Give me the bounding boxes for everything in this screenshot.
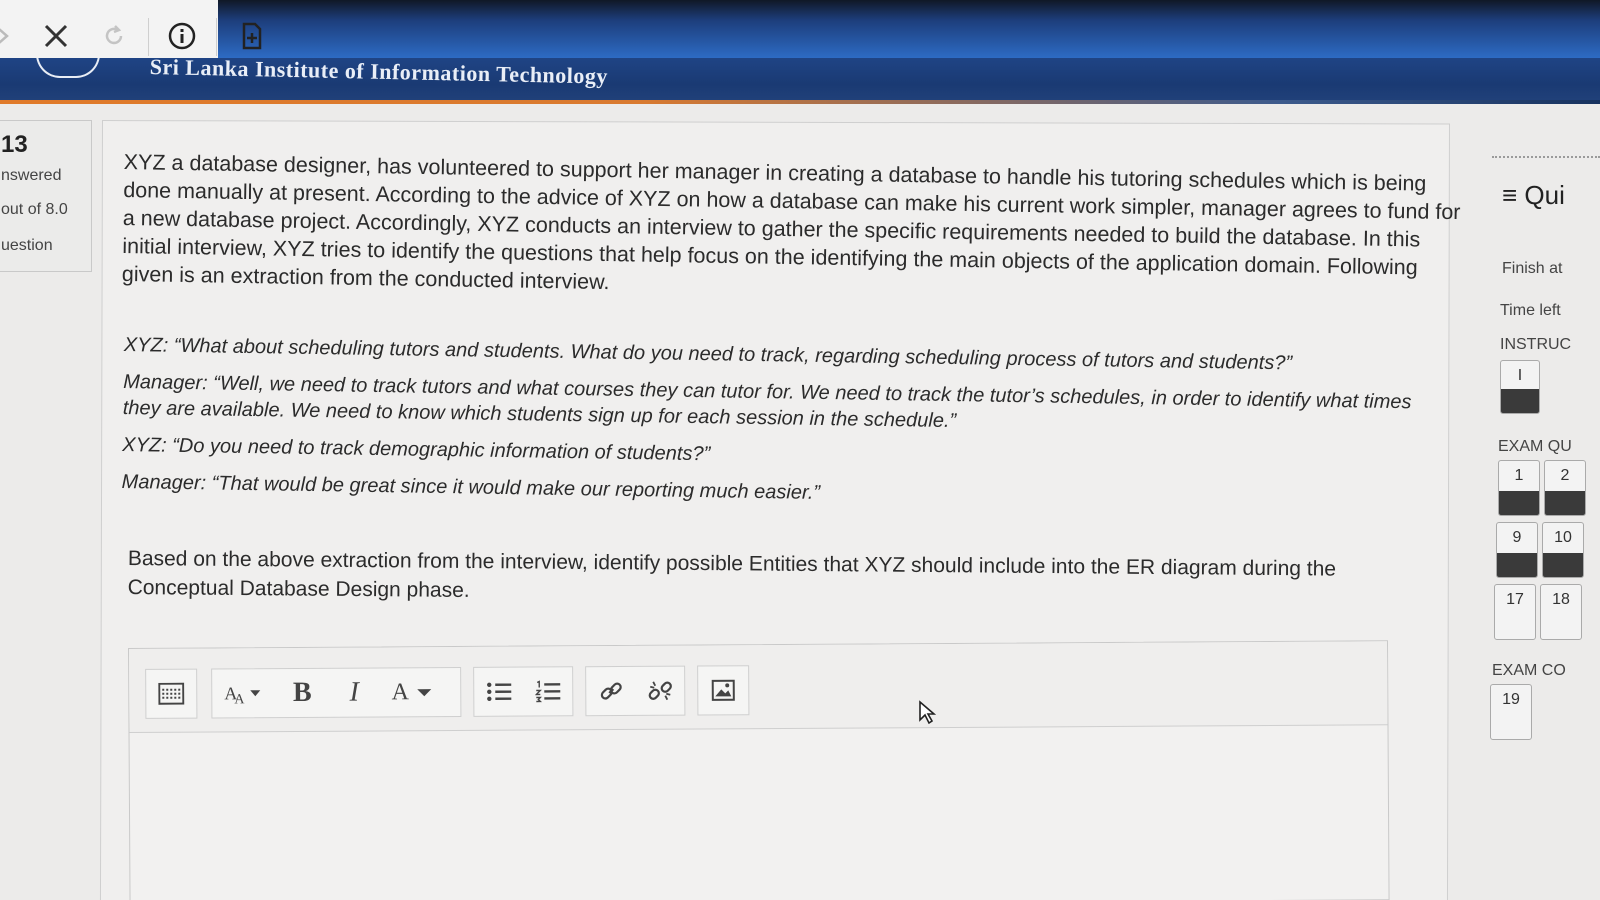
close-icon[interactable] (38, 18, 74, 54)
bold-button[interactable]: B (276, 669, 328, 717)
question-marks: out of 8.0 (1, 201, 68, 218)
font-color-label: A (391, 678, 410, 705)
institute-logo (36, 58, 100, 78)
toolbar-group-media (697, 665, 750, 716)
question-nav-button[interactable]: 9 (1496, 522, 1538, 578)
quiz-nav-title: ≡ Qui (1502, 180, 1565, 210)
question-nav-number: 17 (1506, 591, 1524, 608)
toolbar-divider (148, 18, 149, 56)
question-prompt: Based on the above extraction from the i… (127, 544, 1377, 613)
question-nav-button[interactable]: 2 (1544, 460, 1586, 516)
window-title-band (218, 0, 1600, 58)
question-nav-button[interactable]: 1 (1498, 460, 1540, 516)
button-fill (1499, 491, 1539, 515)
question-number: 13 (1, 131, 28, 158)
question-nav-number: 2 (1560, 467, 1570, 484)
quiz-navigation-panel: ≡ Qui Finish at Time left INSTRUC I EXAM… (1488, 150, 1600, 900)
svg-text:A: A (234, 692, 245, 705)
question-nav-button[interactable]: 17 (1494, 584, 1536, 640)
info-icon[interactable] (164, 18, 200, 54)
question-nav-button[interactable]: 10 (1542, 522, 1584, 578)
bullet-list-icon[interactable] (474, 668, 523, 716)
question-info-panel: 13 nswered out of 8.0 uestion (0, 120, 92, 272)
question-nav-button[interactable]: 18 (1540, 584, 1582, 640)
unlink-icon[interactable] (635, 667, 684, 715)
instructions-button[interactable]: I (1500, 360, 1540, 414)
font-color-button[interactable]: A (380, 668, 444, 716)
instructions-button-label: I (1517, 367, 1523, 384)
interview-extract: XYZ: “What about scheduling tutors and s… (121, 332, 1412, 526)
header-accent-line (0, 100, 1600, 104)
question-nav-number: 10 (1554, 529, 1572, 546)
exam-co-heading: EXAM CO (1492, 662, 1566, 679)
finish-at-label: Finish at (1502, 260, 1563, 277)
time-left-label: Time left (1500, 302, 1561, 319)
question-nav-number: 18 (1552, 591, 1570, 608)
toolbar-divider (216, 18, 217, 56)
browser-toolbar (0, 0, 1600, 58)
keyboard-toolbar-icon[interactable] (146, 670, 196, 718)
mouse-cursor-icon (918, 700, 937, 731)
link-icon[interactable] (586, 667, 635, 715)
button-fill (1543, 553, 1583, 577)
toolbar-group-toggle (145, 668, 198, 719)
image-icon[interactable] (698, 666, 748, 714)
button-fill (1497, 553, 1537, 577)
question-nav-number: 1 (1514, 467, 1524, 484)
exam-questions-heading: EXAM QU (1498, 438, 1572, 455)
institute-title: Sri Lanka Institute of Information Techn… (149, 58, 609, 89)
button-fill (1501, 389, 1539, 413)
dialog-turn: Manager: “Well, we need to track tutors … (123, 369, 1412, 441)
question-nav-button[interactable]: 19 (1490, 684, 1532, 740)
site-header: Sri Lanka Institute of Information Techn… (0, 58, 1600, 102)
flag-question-link[interactable]: uestion (1, 237, 53, 255)
button-fill (1545, 491, 1585, 515)
answer-editor: AA B I A (128, 640, 1390, 900)
question-nav-number: 19 (1502, 691, 1520, 708)
italic-button[interactable]: I (328, 668, 380, 716)
toolbar-group-format: AA B I A (211, 666, 462, 719)
font-size-icon[interactable]: AA (212, 669, 276, 717)
reload-icon[interactable] (96, 18, 132, 54)
numbered-list-icon[interactable] (523, 667, 572, 715)
panel-divider (1492, 156, 1600, 158)
toolbar-group-links (585, 665, 686, 717)
forward-icon[interactable] (0, 18, 22, 54)
dialog-line: Manager: “That would be great since it w… (121, 470, 821, 504)
instructions-heading: INSTRUC (1500, 336, 1572, 353)
question-status: nswered (1, 167, 62, 184)
dialog-turn: Manager: “That would be great since it w… (121, 469, 1401, 515)
question-text: XYZ a database designer, has volunteered… (122, 148, 1461, 309)
answer-text-area[interactable] (130, 725, 1389, 900)
toolbar-group-lists (473, 666, 574, 717)
add-page-icon[interactable] (234, 18, 270, 54)
editor-toolbar: AA B I A (129, 641, 1388, 733)
question-nav-number: 9 (1512, 529, 1522, 546)
